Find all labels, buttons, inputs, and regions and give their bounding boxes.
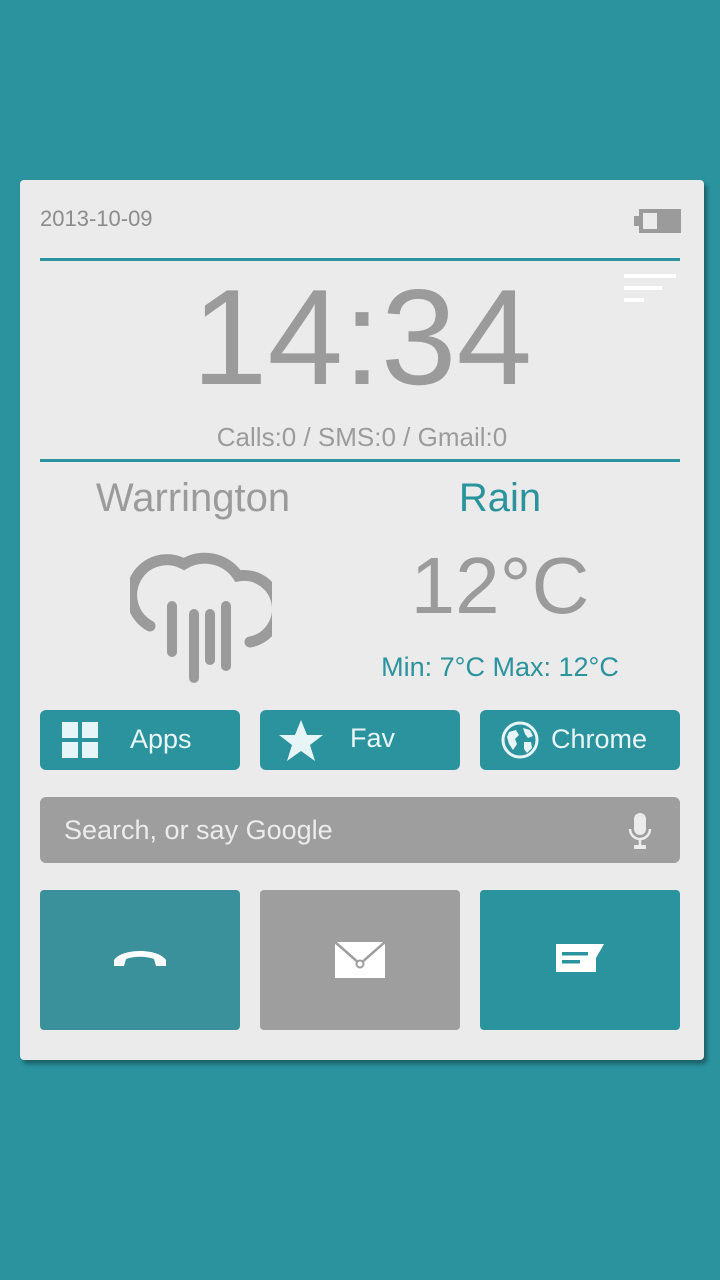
search-placeholder: Search, or say Google xyxy=(64,815,333,845)
weather-city: Warrington xyxy=(95,476,291,520)
search-bar[interactable]: Search, or say Google xyxy=(40,797,680,863)
clock-time[interactable]: 14:34 xyxy=(20,262,704,412)
widget-card: 2013-10-09 14:34 Calls:0 / SMS:0 / Gmail… xyxy=(20,180,704,1060)
min-max-temperature: Min: 7°C Max: 12°C xyxy=(381,652,619,682)
apps-button[interactable]: Apps xyxy=(40,710,240,770)
star-icon xyxy=(279,720,323,761)
fav-label: Fav xyxy=(350,723,396,753)
notification-counts: Calls:0 / SMS:0 / Gmail:0 xyxy=(216,422,508,452)
phone-tile[interactable] xyxy=(40,890,240,1030)
chrome-button[interactable]: Chrome xyxy=(480,710,680,770)
fav-button[interactable]: Fav xyxy=(260,710,460,770)
email-tile[interactable] xyxy=(260,890,460,1030)
weather-condition: Rain xyxy=(458,476,542,520)
battery-icon xyxy=(634,209,681,233)
messaging-tile[interactable] xyxy=(480,890,680,1030)
envelope-icon xyxy=(334,941,386,978)
date-label: 2013-10-09 xyxy=(40,206,153,231)
mic-icon[interactable] xyxy=(626,811,654,851)
message-icon xyxy=(556,944,604,972)
globe-icon xyxy=(501,721,539,759)
middle-divider xyxy=(40,459,680,462)
apps-label: Apps xyxy=(130,724,192,754)
rain-cloud-icon[interactable] xyxy=(130,544,272,686)
phone-icon xyxy=(114,951,166,966)
temperature: 12°C xyxy=(410,541,590,630)
chrome-label: Chrome xyxy=(551,724,648,754)
grid-icon xyxy=(62,722,98,758)
